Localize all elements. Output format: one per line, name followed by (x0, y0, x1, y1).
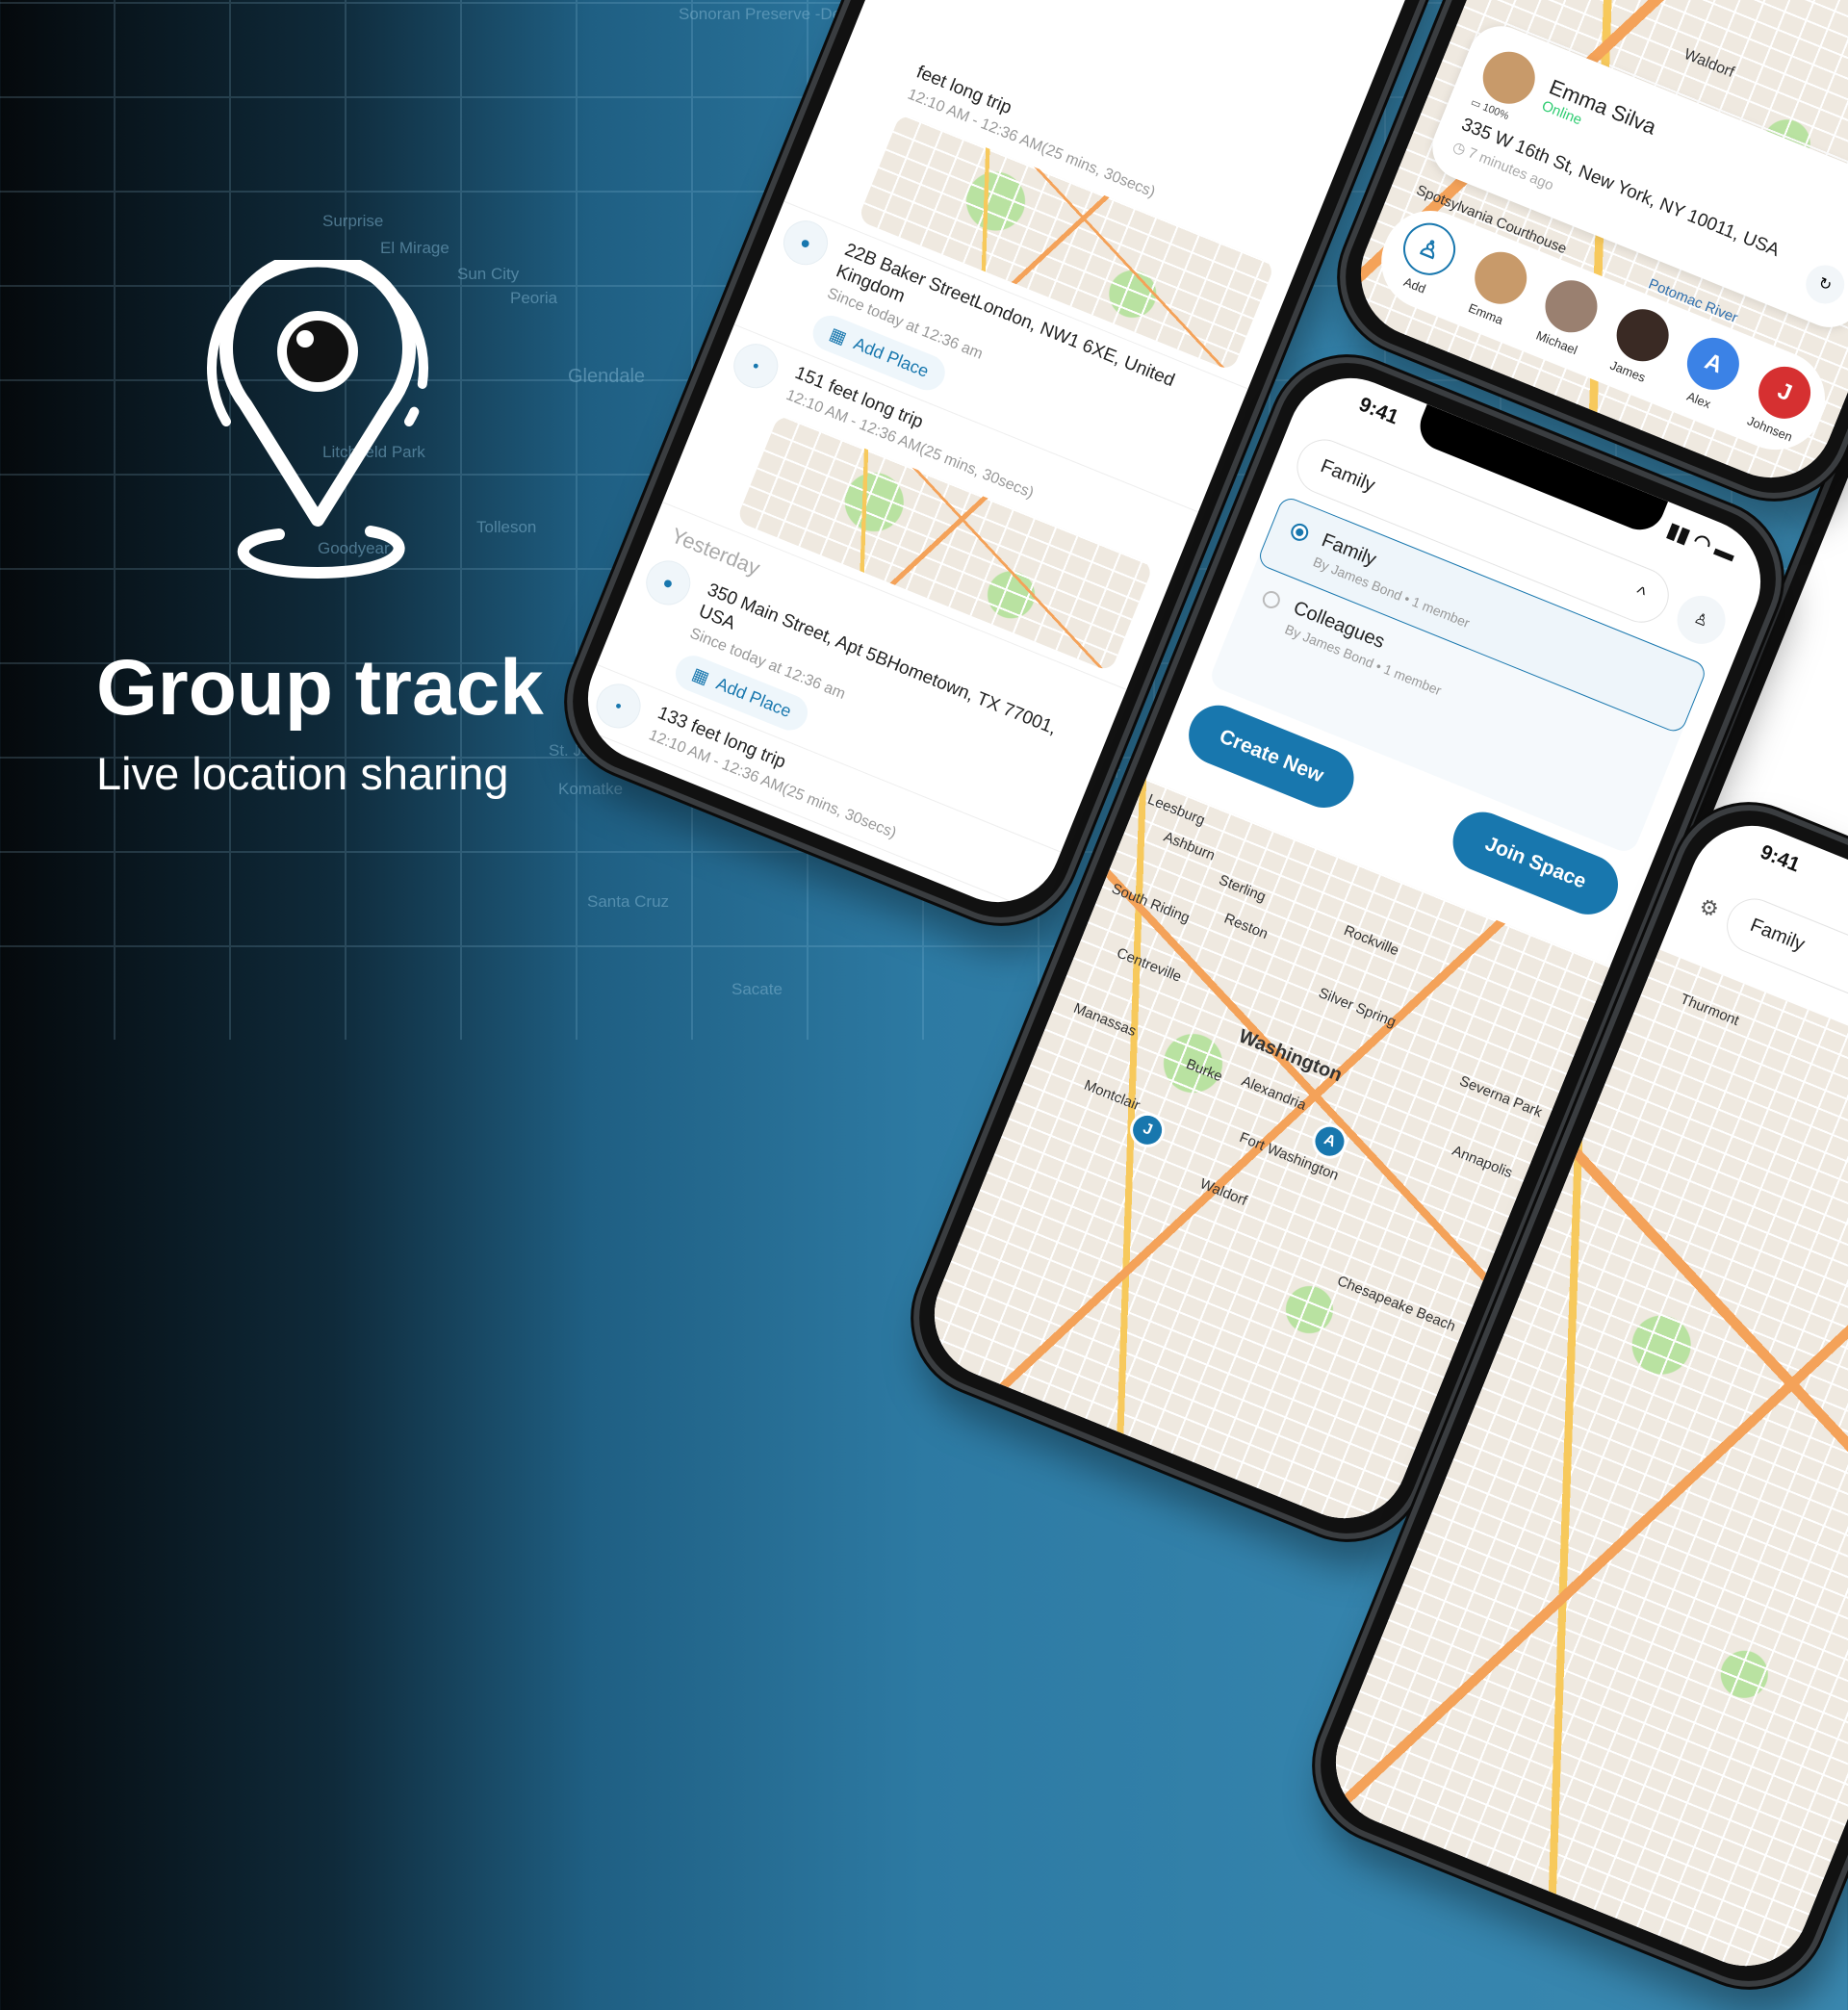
map-label: Thurmont (1678, 991, 1742, 1029)
gear-icon[interactable]: ⚙ (1696, 892, 1723, 922)
dot-icon: • (589, 677, 648, 735)
map-label: Alexandria (1239, 1072, 1309, 1114)
map-label: Waldorf (1197, 1175, 1250, 1210)
space-selector-value: Family (1747, 915, 1809, 956)
map-label: Silver Spring (1316, 984, 1399, 1031)
add-place-label: Add Place (713, 673, 794, 722)
member-chip[interactable]: Michael (1530, 272, 1605, 359)
map-label: Ashburn (1161, 828, 1218, 864)
member-avatar (1466, 244, 1534, 312)
dot-icon: • (727, 337, 785, 396)
add-user-icon: ♙ (1395, 215, 1464, 283)
member-marker[interactable]: J (1124, 1107, 1170, 1153)
map-label: Leesburg (1144, 790, 1208, 830)
background-map-label: Surprise (322, 212, 384, 230)
map-label: Manassas (1071, 999, 1139, 1041)
map-label: Burke (1183, 1055, 1225, 1086)
background-map-label: Peoria (510, 289, 558, 307)
app-subtitle: Live location sharing (96, 748, 509, 799)
building-pin-icon: ▦ (689, 663, 712, 688)
radio-unselected (1260, 588, 1283, 611)
add-place-label: Add Place (851, 333, 932, 381)
map-label: Waldorf (1681, 45, 1737, 82)
member-chip[interactable]: A Alex (1672, 329, 1748, 417)
add-user-icon[interactable]: ♙ (1670, 587, 1733, 651)
map-label: Chesapeake Beach (1334, 1273, 1458, 1335)
member-avatar: A (1680, 329, 1748, 399)
background-map-label: Sacate (732, 980, 783, 998)
member-avatar (1537, 272, 1605, 341)
map-label: Annapolis (1450, 1142, 1515, 1182)
building-pin-icon: ▦ (827, 323, 850, 348)
map-label: Centreville (1114, 944, 1184, 986)
map-label: Rockville (1341, 922, 1401, 960)
member-avatar (1608, 301, 1677, 370)
background-map-label: El Mirage (380, 239, 449, 257)
map-label: South Riding (1109, 880, 1193, 927)
member-avatar: J (1750, 358, 1819, 426)
app-title: Group track (96, 644, 544, 732)
chevron-up-icon: ^ (1631, 582, 1649, 606)
map-pin-icon: ● (777, 214, 834, 272)
map-label: Reston (1221, 910, 1270, 943)
member-chip[interactable]: J Johnsen (1743, 358, 1819, 446)
map-pin-icon: ● (639, 554, 698, 612)
space-selector-value: Family (1317, 455, 1378, 497)
member-chip[interactable]: James (1601, 301, 1677, 388)
background-map-label: Tolleson (476, 518, 537, 536)
add-member-button[interactable]: ♙ Add (1388, 215, 1464, 302)
background-map-label: Santa Cruz (587, 892, 670, 911)
map-label: Severna Park (1456, 1072, 1545, 1121)
background-map-label: Sun City (457, 265, 520, 283)
background-map-label: Glendale (568, 366, 646, 387)
member-chip[interactable]: Emma (1459, 244, 1534, 330)
location-pin-logo-icon (207, 260, 428, 580)
map-label: Sterling (1216, 871, 1269, 906)
radio-selected (1288, 521, 1311, 544)
background-map-label: Komatke (558, 780, 624, 798)
map-label: Montclair (1081, 1076, 1142, 1115)
